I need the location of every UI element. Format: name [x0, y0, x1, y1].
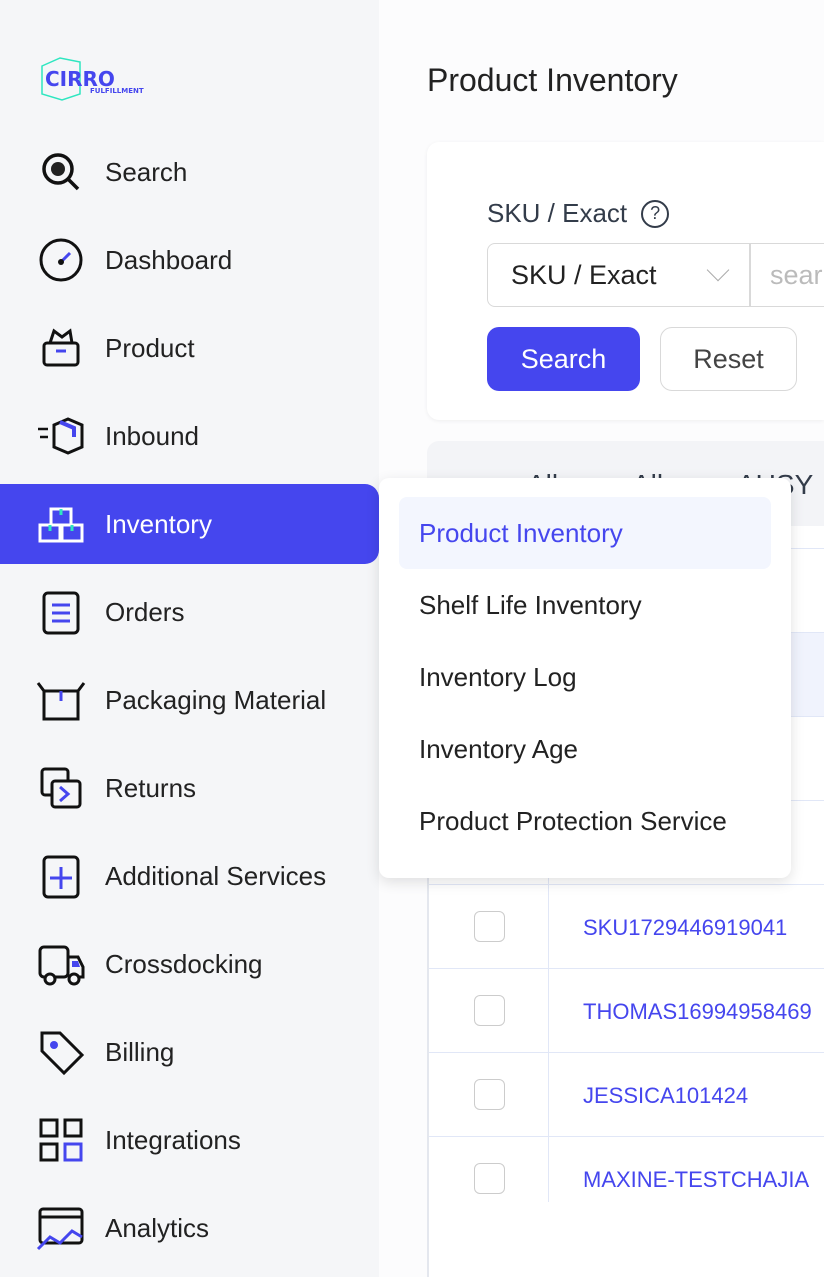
sku-link[interactable]: JESSICA101424 — [583, 1083, 748, 1109]
sidebar-item-label: Dashboard — [105, 244, 233, 275]
sidebar-item-label: Packaging Material — [105, 684, 327, 715]
submenu-item-shelf-life-inventory[interactable]: Shelf Life Inventory — [399, 569, 771, 641]
chart-window-icon — [36, 1203, 86, 1253]
row-checkbox[interactable] — [474, 911, 505, 942]
sidebar-item-orders[interactable]: Orders — [0, 572, 379, 652]
submenu-item-inventory-age[interactable]: Inventory Age — [399, 713, 771, 785]
search-eye-icon — [36, 147, 86, 197]
sidebar: CIRRO FULFILLMENT Search Dashboard Product… — [0, 0, 379, 1277]
clipboard-plus-icon — [36, 851, 86, 901]
clipboard-icon — [36, 587, 86, 637]
search-placeholder: sear — [770, 259, 823, 290]
table-row: JESSICA101424 — [429, 1052, 824, 1137]
package-moving-icon — [36, 411, 86, 461]
column-divider — [548, 1137, 549, 1202]
open-box-icon — [36, 675, 86, 725]
sidebar-item-search[interactable]: Search — [0, 132, 379, 212]
submenu-item-product-protection-service[interactable]: Product Protection Service — [399, 785, 771, 857]
help-icon[interactable]: ? — [641, 199, 670, 228]
filter-card: SKU / Exact? SKU / Exact sear Search Res… — [427, 142, 824, 420]
row-checkbox[interactable] — [474, 995, 505, 1026]
sidebar-item-analytics[interactable]: Analytics — [0, 1188, 379, 1268]
submenu-item-product-inventory[interactable]: Product Inventory — [399, 497, 771, 569]
row-checkbox[interactable] — [474, 1163, 505, 1194]
sidebar-item-inventory[interactable]: Inventory — [0, 484, 379, 564]
chevron-down-icon — [706, 258, 730, 282]
svg-text:FULFILLMENT: FULFILLMENT — [90, 87, 144, 95]
inventory-submenu: Product Inventory Shelf Life Inventory Inv… — [379, 478, 791, 878]
select-value: SKU / Exact — [511, 259, 657, 290]
grid-icon — [36, 1115, 86, 1165]
sidebar-item-label: Crossdocking — [105, 948, 263, 979]
sku-link[interactable]: MAXINE-TESTCHAJIA — [583, 1167, 809, 1193]
sku-link[interactable]: THOMAS16994958469 — [583, 999, 812, 1025]
sidebar-item-product[interactable]: Product — [0, 308, 379, 388]
stacked-boxes-icon — [36, 499, 86, 549]
sidebar-item-returns[interactable]: Returns — [0, 748, 379, 828]
sidebar-item-billing[interactable]: Billing — [0, 1012, 379, 1092]
sidebar-item-label: Billing — [105, 1036, 175, 1067]
reset-button[interactable]: Reset — [660, 327, 797, 391]
submenu-item-inventory-log[interactable]: Inventory Log — [399, 641, 771, 713]
sidebar-item-label: Inbound — [105, 420, 199, 451]
sidebar-item-integrations[interactable]: Integrations — [0, 1100, 379, 1180]
column-divider — [548, 885, 549, 969]
sidebar-item-label: Analytics — [105, 1212, 210, 1243]
column-divider — [548, 1053, 549, 1137]
sidebar-item-label: Integrations — [105, 1124, 241, 1155]
sku-link[interactable]: SKU1729446919041 — [583, 915, 787, 941]
filter-label: SKU / Exact — [487, 198, 628, 228]
table-row: SKU1729446919041 — [429, 884, 824, 969]
page-title: Product Inventory — [427, 62, 678, 98]
gauge-icon — [36, 235, 86, 285]
sidebar-item-packaging-material[interactable]: Packaging Material — [0, 660, 379, 740]
tag-icon — [36, 1027, 86, 1077]
sidebar-item-crossdocking[interactable]: Crossdocking — [0, 924, 379, 1004]
column-divider — [548, 969, 549, 1053]
table-row: THOMAS16994958469 — [429, 968, 824, 1053]
sidebar-item-additional-services[interactable]: Additional Services — [0, 836, 379, 916]
sidebar-item-label: Returns — [105, 772, 197, 803]
cirro-logo[interactable]: CIRRO FULFILLMENT — [40, 56, 152, 107]
sidebar-item-dashboard[interactable]: Dashboard — [0, 220, 379, 300]
row-checkbox[interactable] — [474, 1079, 505, 1110]
sidebar-item-inbound[interactable]: Inbound — [0, 396, 379, 476]
sidebar-item-label: Search — [105, 156, 188, 187]
box-open-icon — [36, 323, 86, 373]
return-arrow-icon — [36, 763, 86, 813]
sidebar-item-label: Product — [105, 332, 195, 363]
search-button[interactable]: Search — [487, 327, 640, 391]
table-row: MAXINE-TESTCHAJIA — [429, 1136, 824, 1202]
search-type-select[interactable]: SKU / Exact — [487, 243, 751, 307]
truck-icon — [36, 939, 86, 989]
sidebar-item-label: Inventory — [105, 508, 212, 539]
search-input[interactable]: sear — [749, 243, 824, 307]
sidebar-item-label: Orders — [105, 596, 185, 627]
sidebar-item-label: Additional Services — [105, 860, 327, 891]
